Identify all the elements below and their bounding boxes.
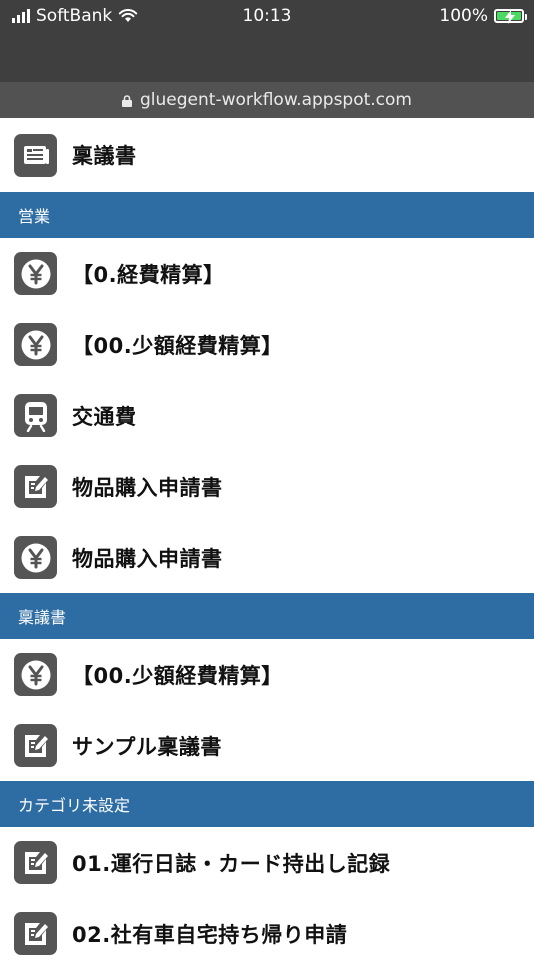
list-item[interactable]: 稟議書 (0, 118, 534, 192)
battery-percent: 100% (439, 6, 488, 26)
list-item[interactable]: 02.社有車自宅持ち帰り申請 (0, 898, 534, 969)
list-item-label: 【00.少額経費精算】 (72, 333, 283, 358)
list-item-label: 物品購入申請書 (72, 475, 223, 500)
battery-icon (494, 9, 527, 24)
list-item[interactable]: 【00.少額経費精算】 (0, 639, 534, 710)
edit-form-icon (14, 841, 57, 884)
list-item-label: 【00.少額経費精算】 (72, 663, 283, 688)
yen-icon (14, 653, 57, 696)
yen-icon (14, 323, 57, 366)
list-item[interactable]: サンプル稟議書 (0, 710, 534, 781)
list-item-label: サンプル稟議書 (72, 734, 222, 759)
section-header: 営業 (0, 192, 534, 238)
url-text: gluegent-workflow.appspot.com (140, 90, 412, 110)
lock-icon (122, 95, 132, 107)
status-bar: SoftBank 10:13 100% (0, 0, 534, 90)
train-icon (14, 394, 57, 437)
charging-bolt-icon (505, 10, 515, 24)
list-item-label: 稟議書 (72, 144, 137, 168)
list-item-label: 交通費 (72, 404, 137, 429)
yen-icon (14, 252, 57, 295)
list-item[interactable]: 【00.少額経費精算】 (0, 309, 534, 380)
yen-icon (14, 536, 57, 579)
section-header: カテゴリ未設定 (0, 781, 534, 827)
list-item[interactable]: 01.運行日誌・カード持出し記録 (0, 827, 534, 898)
list-item[interactable]: 【0.経費精算】 (0, 238, 534, 309)
list-item-label: 【0.経費精算】 (72, 262, 225, 287)
list-item-label: 02.社有車自宅持ち帰り申請 (72, 922, 348, 947)
edit-form-icon (14, 912, 57, 955)
list-item[interactable]: 物品購入申請書 (0, 451, 534, 522)
list-item[interactable]: 物品購入申請書 (0, 522, 534, 593)
list-item-label: 01.運行日誌・カード持出し記録 (72, 851, 391, 876)
edit-form-icon (14, 465, 57, 508)
edit-form-icon (14, 724, 57, 767)
workflow-list: 稟議書 営業 【0.経費精算】 【00.少額経費精算】 交通費 物品購入申請書 物品購入申請… (0, 118, 534, 969)
section-header: 稟議書 (0, 593, 534, 639)
battery-area: 100% (439, 6, 527, 26)
address-bar[interactable]: gluegent-workflow.appspot.com (0, 82, 534, 118)
list-item[interactable]: 交通費 (0, 380, 534, 451)
document-list-icon (14, 133, 57, 177)
list-item-label: 物品購入申請書 (72, 546, 223, 571)
